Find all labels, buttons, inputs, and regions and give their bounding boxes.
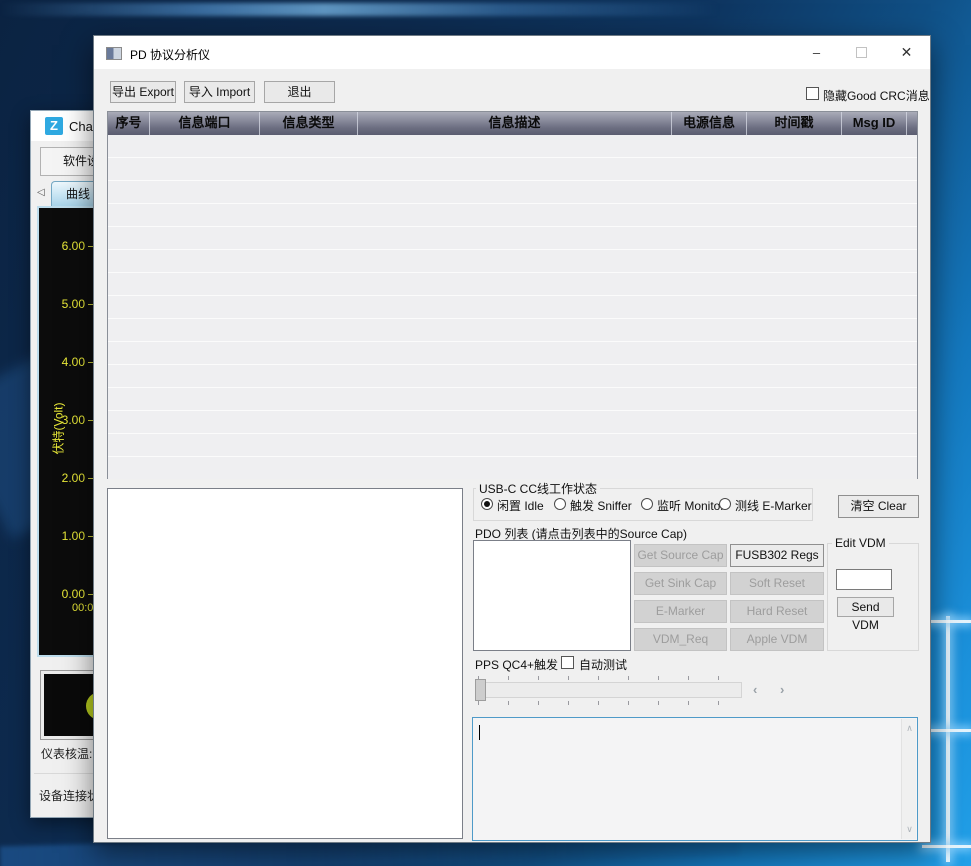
auto-test-label[interactable]: 自动测试 <box>579 656 627 673</box>
edit-vdm-group-title: Edit VDM <box>832 536 889 550</box>
log-text-area[interactable]: ∧ ∨ <box>472 717 918 841</box>
scroll-up-icon[interactable]: ∧ <box>902 723 917 734</box>
maximize-icon <box>856 47 867 58</box>
y-tick-6: 6.00 <box>39 239 85 253</box>
column-header-desc[interactable]: 信息描述 <box>358 112 672 135</box>
close-icon: ✕ <box>901 44 913 60</box>
window-title: PD 协议分析仪 <box>130 46 210 63</box>
slider-ticks-top <box>478 676 741 680</box>
import-button[interactable]: 导入 Import <box>184 81 255 103</box>
close-button[interactable]: ✕ <box>884 36 929 69</box>
wallpaper-top-beam <box>0 3 720 16</box>
window-app-icon <box>106 47 122 60</box>
wallpaper-glow-line-h2 <box>929 729 971 732</box>
y-axis-label: 伏特(Volt) <box>50 374 67 484</box>
soft-reset-button[interactable]: Soft Reset <box>730 572 824 595</box>
cc-status-group-title: USB-C CC线工作状态 <box>476 480 600 497</box>
radio-sniffer-label[interactable]: 触发 Sniffer <box>570 497 632 514</box>
radio-monitor[interactable] <box>641 498 653 510</box>
y-tick-0: 0.00 <box>39 587 85 601</box>
maximize-button[interactable] <box>839 36 884 69</box>
y-tick-5: 5.00 <box>39 297 85 311</box>
tab-back-arrow-icon[interactable]: ◁ <box>37 187 45 198</box>
x-tick-time: 00:0 <box>72 602 93 614</box>
slider-next-icon[interactable]: › <box>780 682 784 697</box>
table-header: 序号 信息端口 信息类型 信息描述 电源信息 时间戳 Msg ID <box>108 112 917 135</box>
hide-crc-label: 隐藏Good CRC消息 <box>823 87 930 104</box>
scroll-down-icon[interactable]: ∨ <box>902 824 917 835</box>
column-header-spacer <box>907 112 917 135</box>
detail-list-box[interactable] <box>107 488 463 839</box>
auto-test-checkbox[interactable] <box>561 656 574 669</box>
y-tick-1: 1.00 <box>39 529 85 543</box>
hide-crc-checkbox[interactable] <box>806 87 819 100</box>
y-tick-4: 4.00 <box>39 355 85 369</box>
column-header-port[interactable]: 信息端口 <box>150 112 260 135</box>
log-scrollbar[interactable]: ∧ ∨ <box>901 719 916 839</box>
column-header-type[interactable]: 信息类型 <box>260 112 358 135</box>
text-caret <box>479 725 480 740</box>
wallpaper-glow-line-h1 <box>929 620 971 623</box>
slider-handle[interactable] <box>475 679 486 701</box>
radio-sniffer[interactable] <box>554 498 566 510</box>
fusb302-regs-button[interactable]: FUSB302 Regs <box>730 544 824 567</box>
apple-vdm-button[interactable]: Apple VDM <box>730 628 824 651</box>
column-header-index[interactable]: 序号 <box>108 112 150 135</box>
radio-monitor-label[interactable]: 监听 Monitor <box>657 497 724 514</box>
pps-trigger-label: PPS QC4+触发 <box>475 656 558 673</box>
wallpaper-glow-line-h3 <box>922 845 971 848</box>
pdo-list-box[interactable] <box>473 540 631 651</box>
hard-reset-button[interactable]: Hard Reset <box>730 600 824 623</box>
vdm-req-button[interactable]: VDM_Req <box>634 628 727 651</box>
radio-emarker[interactable] <box>719 498 731 510</box>
charger-app-logo-icon: Z <box>45 117 63 135</box>
column-header-msgid[interactable]: Msg ID <box>842 112 907 135</box>
radio-emarker-label[interactable]: 测线 E-Marker <box>735 497 812 514</box>
clear-button[interactable]: 清空 Clear <box>838 495 919 518</box>
emarker-button[interactable]: E-Marker <box>634 600 727 623</box>
column-header-power[interactable]: 电源信息 <box>672 112 747 135</box>
device-connection-label: 设备连接状 <box>39 787 99 804</box>
minimize-icon: – <box>813 45 820 60</box>
wallpaper-glow-line-vertical <box>946 616 950 862</box>
meter-core-temp-label: 仪表核温: <box>41 745 92 762</box>
radio-idle-label[interactable]: 闲置 Idle <box>497 497 544 514</box>
send-vdm-button[interactable]: Send VDM <box>837 597 894 617</box>
table-body-empty[interactable] <box>108 135 917 479</box>
column-header-time[interactable]: 时间戳 <box>747 112 842 135</box>
slider-ticks-bottom <box>478 701 741 705</box>
desktop: Z Charg 软件设 ◁ 曲线 6.00 5.00 4.00 3.00 2.0… <box>0 0 971 866</box>
pd-analyzer-window: PD 协议分析仪 – ✕ 导出 Export 导入 Import 退出 隐藏Go… <box>93 35 931 843</box>
slider-prev-icon[interactable]: ‹ <box>753 682 757 697</box>
minimize-button[interactable]: – <box>794 36 839 69</box>
vdm-input-field[interactable] <box>836 569 892 590</box>
get-source-cap-button[interactable]: Get Source Cap <box>634 544 727 567</box>
message-table[interactable]: 序号 信息端口 信息类型 信息描述 电源信息 时间戳 Msg ID <box>107 111 918 479</box>
export-button[interactable]: 导出 Export <box>110 81 176 103</box>
get-sink-cap-button[interactable]: Get Sink Cap <box>634 572 727 595</box>
exit-button[interactable]: 退出 <box>264 81 335 103</box>
radio-idle[interactable] <box>481 498 493 510</box>
pps-slider[interactable] <box>476 682 742 698</box>
